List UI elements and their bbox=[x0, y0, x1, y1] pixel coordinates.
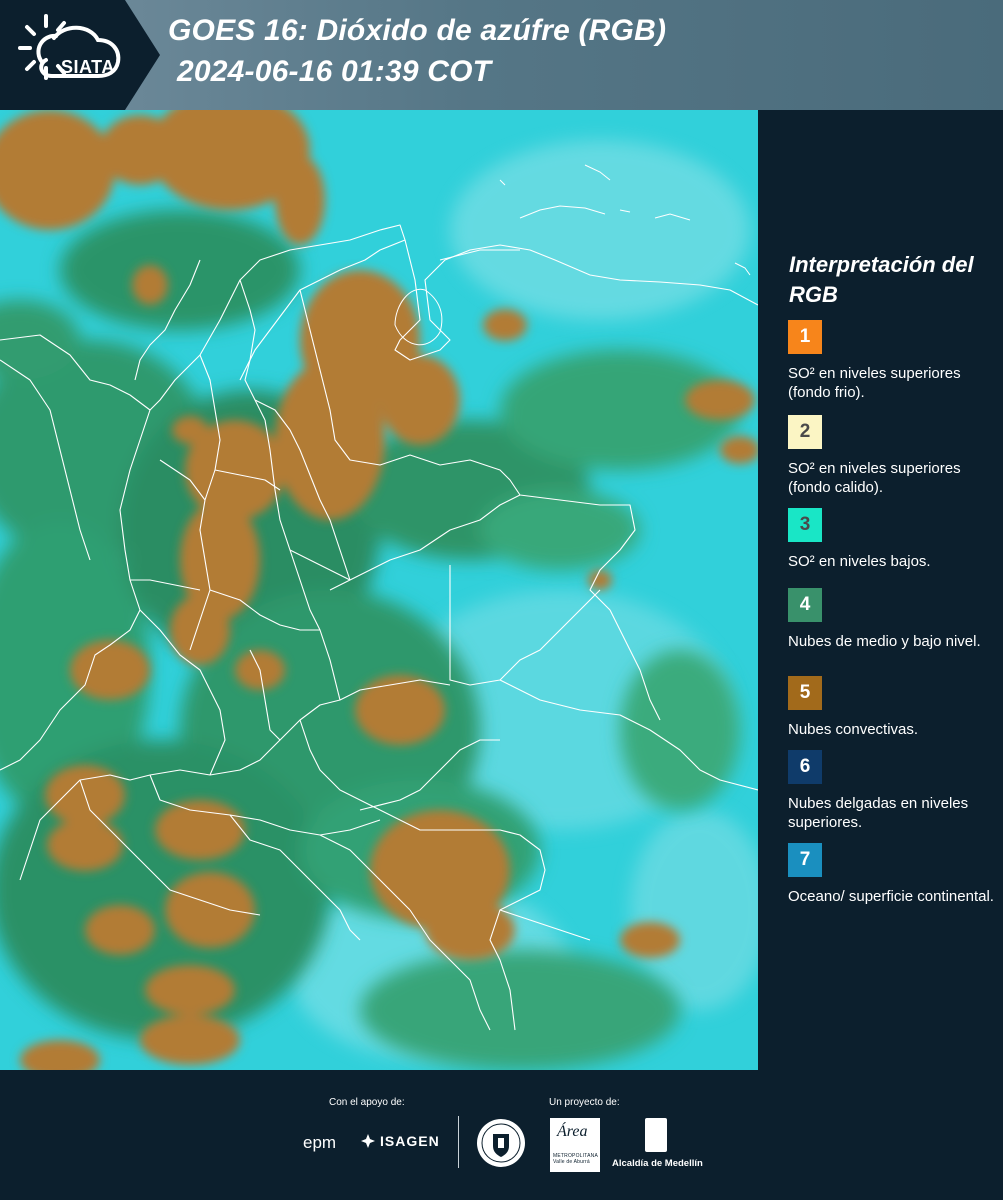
sun-cloud-icon bbox=[18, 14, 121, 80]
legend-item: 2 SO² en niveles superiores (fondo calido… bbox=[788, 415, 998, 497]
legend-panel: Interpretación del RGB 1 SO² en niveles s… bbox=[760, 110, 1003, 1070]
siata-logo-text: SIATA bbox=[61, 57, 115, 77]
area-metropolitana-logo[interactable]: Área METROPOLITANA Valle de Aburrá bbox=[550, 1118, 600, 1172]
footer: Con el apoyo de: Un proyecto de: epm ISA… bbox=[0, 1070, 1003, 1200]
isagen-text: ISAGEN bbox=[380, 1133, 440, 1149]
legend-swatch: 6 bbox=[788, 750, 822, 784]
legend-swatch: 4 bbox=[788, 588, 822, 622]
legend-swatch: 5 bbox=[788, 676, 822, 710]
page-timestamp: 2024-06-16 01:39 COT bbox=[177, 55, 492, 88]
support-label: Con el apoyo de: bbox=[329, 1097, 405, 1108]
epm-logo[interactable]: epm bbox=[303, 1133, 336, 1153]
legend-item: 7 Oceano/ superficie continental. bbox=[788, 843, 998, 906]
legend-item: 6 Nubes delgadas en niveles superiores. bbox=[788, 750, 998, 832]
satellite-image bbox=[0, 110, 758, 1070]
legend-swatch: 2 bbox=[788, 415, 822, 449]
header: SIATA GOES 16: Dióxido de azúfre (RGB) 2… bbox=[0, 0, 1003, 110]
isagen-mark-icon bbox=[361, 1134, 375, 1148]
project-label: Un proyecto de: bbox=[549, 1097, 620, 1108]
legend-description: Oceano/ superficie continental. bbox=[788, 888, 994, 905]
legend-item: 3 SO² en niveles bajos. bbox=[788, 508, 998, 571]
satellite-map[interactable] bbox=[0, 110, 758, 1070]
legend-description: SO² en niveles bajos. bbox=[788, 553, 931, 570]
seal-icon bbox=[477, 1119, 525, 1167]
legend-description: Nubes de medio y bajo nivel. bbox=[788, 633, 981, 650]
legend-title: Interpretación del RGB bbox=[789, 252, 974, 307]
alcaldia-shield-icon bbox=[645, 1118, 667, 1152]
legend-swatch: 7 bbox=[788, 843, 822, 877]
legend-swatch: 1 bbox=[788, 320, 822, 354]
legend-item: 1 SO² en niveles superiores (fondo frio). bbox=[788, 320, 998, 402]
medellin-seal-logo[interactable] bbox=[476, 1118, 526, 1173]
alcaldia-medellin-logo[interactable]: Alcaldía de Medellín bbox=[612, 1118, 703, 1172]
footer-divider bbox=[458, 1116, 459, 1168]
legend-swatch: 3 bbox=[788, 508, 822, 542]
legend-item: 5 Nubes convectivas. bbox=[788, 676, 998, 739]
legend-description: Nubes delgadas en niveles superiores. bbox=[788, 795, 969, 831]
alcaldia-name: Alcaldía de Medellín bbox=[612, 1158, 703, 1169]
legend-description: SO² en niveles superiores (fondo frio). bbox=[788, 365, 961, 401]
legend-description: SO² en niveles superiores (fondo calido)… bbox=[788, 460, 961, 496]
legend-description: Nubes convectivas. bbox=[788, 721, 919, 738]
isagen-logo[interactable]: ISAGEN bbox=[360, 1133, 440, 1149]
area-logo-name: Área bbox=[557, 1123, 588, 1140]
siata-logo[interactable]: SIATA bbox=[12, 10, 132, 100]
legend-item: 4 Nubes de medio y bajo nivel. bbox=[788, 588, 998, 651]
area-logo-subtitle: METROPOLITANA Valle de Aburrá bbox=[553, 1153, 598, 1165]
page-title: GOES 16: Dióxido de azúfre (RGB) bbox=[168, 14, 667, 47]
